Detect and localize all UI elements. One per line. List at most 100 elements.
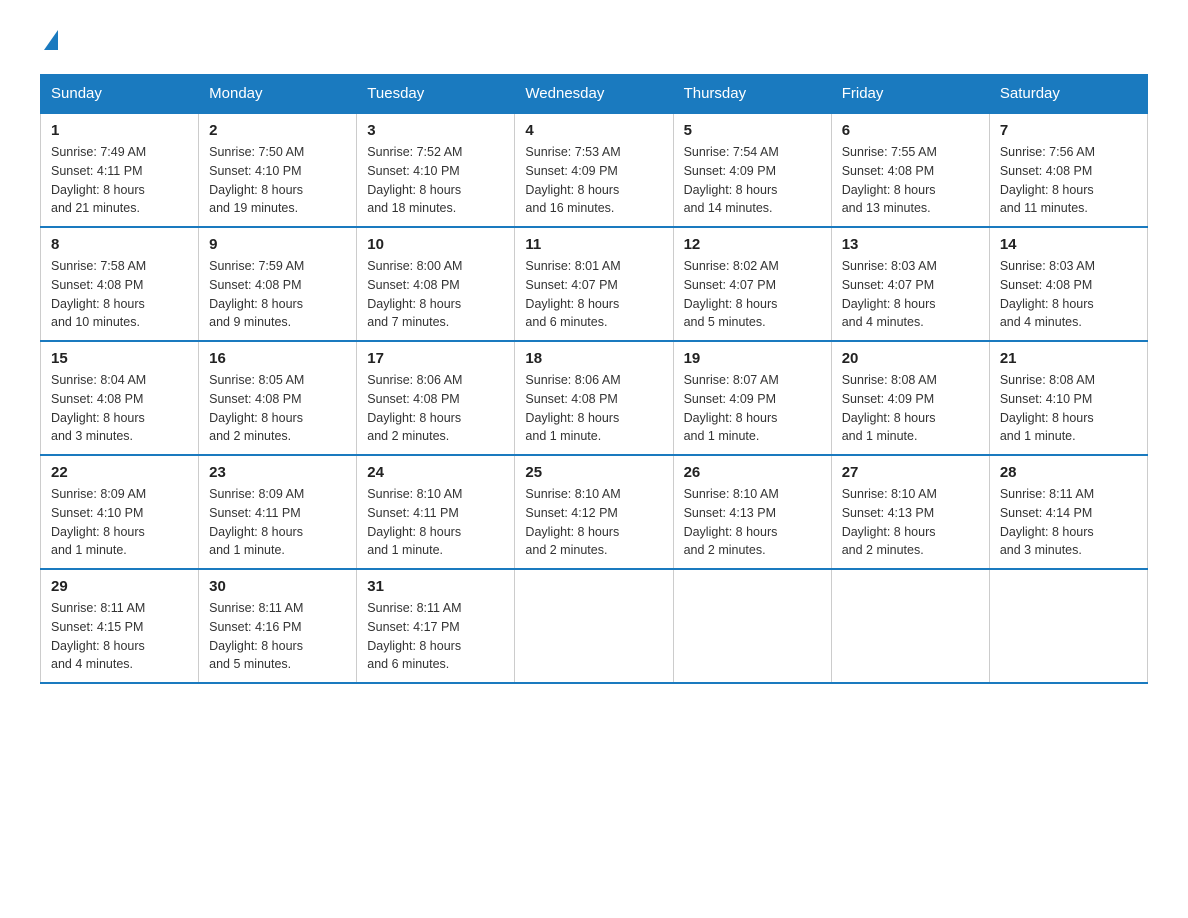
calendar-cell: 9 Sunrise: 7:59 AMSunset: 4:08 PMDaylight… [199, 227, 357, 341]
day-info: Sunrise: 8:07 AMSunset: 4:09 PMDaylight:… [684, 371, 821, 446]
calendar-cell: 16 Sunrise: 8:05 AMSunset: 4:08 PMDayligh… [199, 341, 357, 455]
day-info: Sunrise: 7:54 AMSunset: 4:09 PMDaylight:… [684, 143, 821, 218]
logo [40, 30, 58, 54]
day-info: Sunrise: 7:56 AMSunset: 4:08 PMDaylight:… [1000, 143, 1137, 218]
calendar-cell: 27 Sunrise: 8:10 AMSunset: 4:13 PMDayligh… [831, 455, 989, 569]
calendar-cell: 13 Sunrise: 8:03 AMSunset: 4:07 PMDayligh… [831, 227, 989, 341]
calendar-week-row: 29 Sunrise: 8:11 AMSunset: 4:15 PMDayligh… [41, 569, 1148, 683]
calendar-cell: 1 Sunrise: 7:49 AMSunset: 4:11 PMDaylight… [41, 113, 199, 227]
day-info: Sunrise: 8:11 AMSunset: 4:16 PMDaylight:… [209, 599, 346, 674]
day-number: 18 [525, 350, 662, 367]
calendar-cell: 7 Sunrise: 7:56 AMSunset: 4:08 PMDaylight… [989, 113, 1147, 227]
calendar-cell: 31 Sunrise: 8:11 AMSunset: 4:17 PMDayligh… [357, 569, 515, 683]
day-number: 28 [1000, 464, 1137, 481]
day-number: 16 [209, 350, 346, 367]
logo-triangle-icon [44, 30, 58, 50]
day-info: Sunrise: 8:03 AMSunset: 4:07 PMDaylight:… [842, 257, 979, 332]
calendar-cell: 28 Sunrise: 8:11 AMSunset: 4:14 PMDayligh… [989, 455, 1147, 569]
day-info: Sunrise: 8:00 AMSunset: 4:08 PMDaylight:… [367, 257, 504, 332]
calendar-cell: 22 Sunrise: 8:09 AMSunset: 4:10 PMDayligh… [41, 455, 199, 569]
calendar-cell [673, 569, 831, 683]
day-number: 17 [367, 350, 504, 367]
day-info: Sunrise: 8:01 AMSunset: 4:07 PMDaylight:… [525, 257, 662, 332]
day-number: 26 [684, 464, 821, 481]
calendar-cell: 2Sunrise: 7:50 AMSunset: 4:10 PMDaylight… [199, 113, 357, 227]
calendar-table: SundayMondayTuesdayWednesdayThursdayFrid… [40, 74, 1148, 684]
day-number: 1 [51, 122, 188, 139]
day-number: 27 [842, 464, 979, 481]
day-info: Sunrise: 8:10 AMSunset: 4:13 PMDaylight:… [684, 485, 821, 560]
calendar-cell: 20 Sunrise: 8:08 AMSunset: 4:09 PMDayligh… [831, 341, 989, 455]
calendar-cell: 10 Sunrise: 8:00 AMSunset: 4:08 PMDayligh… [357, 227, 515, 341]
day-number: 22 [51, 464, 188, 481]
day-info: Sunrise: 8:11 AMSunset: 4:17 PMDaylight:… [367, 599, 504, 674]
calendar-cell: 25 Sunrise: 8:10 AMSunset: 4:12 PMDayligh… [515, 455, 673, 569]
calendar-cell: 11 Sunrise: 8:01 AMSunset: 4:07 PMDayligh… [515, 227, 673, 341]
day-info: Sunrise: 8:04 AMSunset: 4:08 PMDaylight:… [51, 371, 188, 446]
day-number: 23 [209, 464, 346, 481]
day-number: 13 [842, 236, 979, 253]
calendar-cell [989, 569, 1147, 683]
calendar-cell: 12Sunrise: 8:02 AMSunset: 4:07 PMDayligh… [673, 227, 831, 341]
day-number: 20 [842, 350, 979, 367]
day-info: Sunrise: 8:10 AMSunset: 4:11 PMDaylight:… [367, 485, 504, 560]
day-info: Sunrise: 7:58 AMSunset: 4:08 PMDaylight:… [51, 257, 188, 332]
day-number: 4 [525, 122, 662, 139]
day-info: Sunrise: 8:05 AMSunset: 4:08 PMDaylight:… [209, 371, 346, 446]
weekday-header-wednesday: Wednesday [515, 75, 673, 114]
calendar-week-row: 1 Sunrise: 7:49 AMSunset: 4:11 PMDaylight… [41, 113, 1148, 227]
day-info: Sunrise: 7:49 AMSunset: 4:11 PMDaylight:… [51, 143, 188, 218]
day-number: 2 [209, 122, 346, 139]
calendar-cell [831, 569, 989, 683]
calendar-week-row: 8 Sunrise: 7:58 AMSunset: 4:08 PMDaylight… [41, 227, 1148, 341]
day-number: 11 [525, 236, 662, 253]
day-number: 9 [209, 236, 346, 253]
calendar-cell: 29 Sunrise: 8:11 AMSunset: 4:15 PMDayligh… [41, 569, 199, 683]
day-info: Sunrise: 8:08 AMSunset: 4:09 PMDaylight:… [842, 371, 979, 446]
calendar-cell [515, 569, 673, 683]
day-info: Sunrise: 7:59 AMSunset: 4:08 PMDaylight:… [209, 257, 346, 332]
day-number: 7 [1000, 122, 1137, 139]
day-number: 10 [367, 236, 504, 253]
calendar-cell: 24 Sunrise: 8:10 AMSunset: 4:11 PMDayligh… [357, 455, 515, 569]
weekday-header-monday: Monday [199, 75, 357, 114]
day-number: 31 [367, 578, 504, 595]
calendar-cell: 6Sunrise: 7:55 AMSunset: 4:08 PMDaylight… [831, 113, 989, 227]
weekday-header-friday: Friday [831, 75, 989, 114]
day-number: 3 [367, 122, 504, 139]
day-number: 25 [525, 464, 662, 481]
calendar-cell: 30 Sunrise: 8:11 AMSunset: 4:16 PMDayligh… [199, 569, 357, 683]
day-number: 12 [684, 236, 821, 253]
calendar-cell: 15 Sunrise: 8:04 AMSunset: 4:08 PMDayligh… [41, 341, 199, 455]
day-info: Sunrise: 8:06 AMSunset: 4:08 PMDaylight:… [525, 371, 662, 446]
day-info: Sunrise: 8:09 AMSunset: 4:11 PMDaylight:… [209, 485, 346, 560]
day-number: 30 [209, 578, 346, 595]
day-number: 15 [51, 350, 188, 367]
day-info: Sunrise: 8:11 AMSunset: 4:14 PMDaylight:… [1000, 485, 1137, 560]
weekday-header-thursday: Thursday [673, 75, 831, 114]
day-number: 14 [1000, 236, 1137, 253]
day-info: Sunrise: 8:09 AMSunset: 4:10 PMDaylight:… [51, 485, 188, 560]
calendar-cell: 5 Sunrise: 7:54 AMSunset: 4:09 PMDaylight… [673, 113, 831, 227]
weekday-header-saturday: Saturday [989, 75, 1147, 114]
calendar-cell: 4Sunrise: 7:53 AMSunset: 4:09 PMDaylight… [515, 113, 673, 227]
day-info: Sunrise: 8:10 AMSunset: 4:12 PMDaylight:… [525, 485, 662, 560]
day-info: Sunrise: 7:55 AMSunset: 4:08 PMDaylight:… [842, 143, 979, 218]
day-info: Sunrise: 8:06 AMSunset: 4:08 PMDaylight:… [367, 371, 504, 446]
day-number: 29 [51, 578, 188, 595]
calendar-cell: 3 Sunrise: 7:52 AMSunset: 4:10 PMDaylight… [357, 113, 515, 227]
day-number: 24 [367, 464, 504, 481]
calendar-cell: 21Sunrise: 8:08 AMSunset: 4:10 PMDayligh… [989, 341, 1147, 455]
calendar-cell: 23 Sunrise: 8:09 AMSunset: 4:11 PMDayligh… [199, 455, 357, 569]
day-info: Sunrise: 8:11 AMSunset: 4:15 PMDaylight:… [51, 599, 188, 674]
day-number: 5 [684, 122, 821, 139]
calendar-week-row: 15 Sunrise: 8:04 AMSunset: 4:08 PMDayligh… [41, 341, 1148, 455]
calendar-cell: 17 Sunrise: 8:06 AMSunset: 4:08 PMDayligh… [357, 341, 515, 455]
calendar-header-row: SundayMondayTuesdayWednesdayThursdayFrid… [41, 75, 1148, 114]
page-header [40, 30, 1148, 54]
calendar-cell: 26 Sunrise: 8:10 AMSunset: 4:13 PMDayligh… [673, 455, 831, 569]
day-info: Sunrise: 7:52 AMSunset: 4:10 PMDaylight:… [367, 143, 504, 218]
day-number: 8 [51, 236, 188, 253]
day-info: Sunrise: 8:03 AMSunset: 4:08 PMDaylight:… [1000, 257, 1137, 332]
day-info: Sunrise: 8:10 AMSunset: 4:13 PMDaylight:… [842, 485, 979, 560]
